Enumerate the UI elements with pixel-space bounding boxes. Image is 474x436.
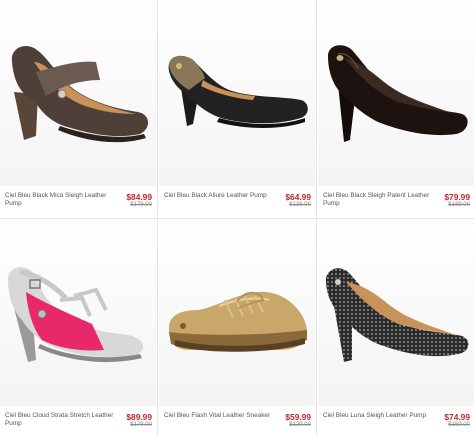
product-grid: Ciel Bleu Black Mica Sleigh Leather Pump…	[0, 0, 474, 436]
product-image[interactable]	[159, 0, 315, 186]
product-name[interactable]: Ciel Bleu Black Mica Sleigh Leather Pump	[5, 192, 115, 208]
sale-price: $79.99	[444, 192, 470, 202]
shoe-patent-pump-black-icon	[328, 45, 468, 142]
product-name[interactable]: Ciel Bleu Luna Sleigh Leather Pump	[323, 412, 433, 420]
product-info: Ciel Bleu Luna Sleigh Leather Pump $74.9…	[318, 406, 474, 436]
product-card[interactable]: Ciel Bleu Black Allure Leather Pump $64.…	[159, 0, 315, 218]
product-name[interactable]: Ciel Bleu Cloud Strata Stretch Leather P…	[5, 412, 115, 428]
product-info: Ciel Bleu Cloud Strata Stretch Leather P…	[0, 406, 156, 436]
product-card[interactable]: Ciel Bleu Black Sleigh Patent Leather Pu…	[318, 0, 474, 218]
shoe-gold-sneaker-icon	[169, 291, 308, 352]
product-image[interactable]	[159, 220, 315, 406]
original-price: $179.00	[130, 202, 152, 208]
sale-price: $84.99	[126, 192, 152, 202]
original-price: $169.00	[448, 202, 470, 208]
product-name[interactable]: Ciel Bleu Black Allure Leather Pump	[164, 192, 274, 200]
product-card[interactable]: Ciel Bleu Cloud Strata Stretch Leather P…	[0, 220, 156, 436]
product-card[interactable]: Ciel Bleu Black Mica Sleigh Leather Pump…	[0, 0, 156, 218]
product-info: Ciel Bleu Black Mica Sleigh Leather Pump…	[0, 186, 156, 216]
original-price: $139.00	[289, 202, 311, 208]
shoe-pink-grey-pump-icon	[8, 267, 144, 363]
sale-price: $74.99	[444, 412, 470, 422]
product-image[interactable]	[318, 0, 474, 186]
shoe-mary-jane-brown-icon	[11, 45, 149, 143]
sale-price: $89.99	[126, 412, 152, 422]
shoe-polka-dot-pump-icon	[326, 268, 469, 362]
sale-price: $59.99	[285, 412, 311, 422]
original-price: $179.00	[130, 422, 152, 428]
product-card[interactable]: Ciel Bleu Flash Vital Leather Sneaker $5…	[159, 220, 315, 436]
product-info: Ciel Bleu Black Sleigh Patent Leather Pu…	[318, 186, 474, 216]
product-name[interactable]: Ciel Bleu Black Sleigh Patent Leather Pu…	[323, 192, 433, 208]
product-image[interactable]	[0, 220, 156, 406]
product-name[interactable]: Ciel Bleu Flash Vital Leather Sneaker	[164, 412, 274, 420]
original-price: $159.00	[448, 422, 470, 428]
product-image[interactable]	[0, 0, 156, 186]
original-price: $129.00	[289, 422, 311, 428]
product-info: Ciel Bleu Black Allure Leather Pump $64.…	[159, 186, 315, 216]
product-image[interactable]	[318, 220, 474, 406]
row-divider	[0, 218, 474, 219]
shoe-peep-toe-black-icon	[168, 55, 308, 128]
product-info: Ciel Bleu Flash Vital Leather Sneaker $5…	[159, 406, 315, 436]
product-card[interactable]: Ciel Bleu Luna Sleigh Leather Pump $74.9…	[318, 220, 474, 436]
sale-price: $64.99	[285, 192, 311, 202]
